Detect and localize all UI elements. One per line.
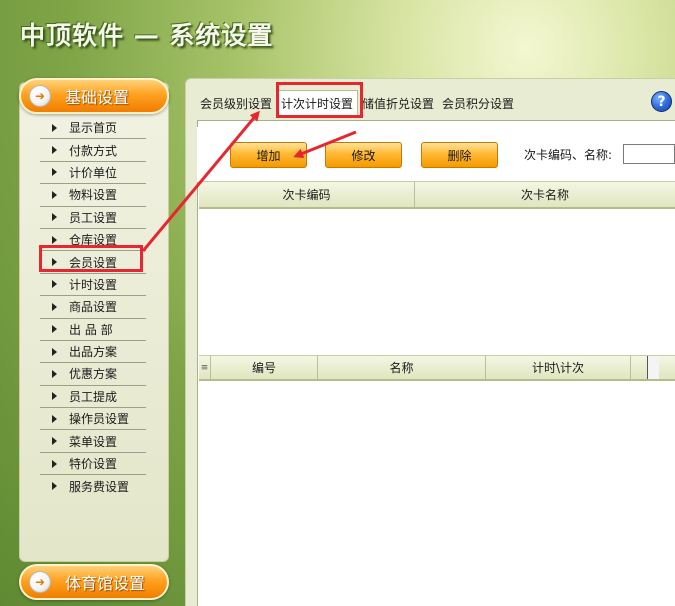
sidebar-item-label: 优惠方案 — [69, 367, 118, 382]
column-time-count[interactable]: 计时\计次 — [486, 356, 631, 379]
tab-member-levels[interactable]: 会员级别设置 — [196, 91, 276, 115]
column-number[interactable]: 编号 — [211, 356, 318, 379]
sidebar-item-service-fee[interactable]: 服务费设置 — [40, 475, 146, 497]
sidebar-item-special-price[interactable]: 特价设置 — [40, 453, 146, 476]
sidebar-item-label: 员工设置 — [69, 210, 118, 225]
tab-label: 会员积分设置 — [442, 96, 515, 111]
triangle-right-icon — [52, 347, 57, 356]
triangle-right-icon — [52, 213, 57, 222]
sidebar-item-pricing-units[interactable]: 计价单位 — [40, 162, 146, 185]
section-basic-settings-button[interactable]: ➜ 基础设置 — [19, 78, 169, 114]
triangle-right-icon — [52, 392, 57, 401]
sidebar-item-label: 操作员设置 — [69, 412, 130, 427]
triangle-right-icon — [52, 280, 57, 289]
tab-label: 会员级别设置 — [200, 96, 273, 111]
sidebar-item-label: 员工提成 — [69, 389, 118, 404]
sidebar-item-label: 特价设置 — [69, 457, 118, 472]
search-label: 次卡编码、名称: — [524, 148, 613, 162]
sidebar-item-display-home[interactable]: 显示首页 — [40, 117, 146, 140]
sidebar-item-discount-plan[interactable]: 优惠方案 — [40, 363, 146, 386]
triangle-right-icon — [52, 414, 57, 423]
column-extra[interactable] — [631, 356, 675, 379]
column-card-name[interactable]: 次卡名称 — [415, 182, 675, 207]
sidebar-item-output-dept[interactable]: 出 品 部 — [40, 319, 146, 341]
triangle-right-icon — [52, 146, 57, 155]
sidebar-item-label: 物料设置 — [69, 188, 118, 203]
sidebar-item-label: 出品方案 — [69, 345, 118, 360]
triangle-right-icon — [52, 437, 57, 446]
sidebar-item-label: 商品设置 — [69, 300, 118, 315]
sidebar-item-label: 出 品 部 — [69, 322, 113, 337]
expand-arrow-icon: ➜ — [29, 85, 51, 107]
triangle-right-icon — [52, 302, 57, 311]
sidebar-item-staff[interactable]: 员工设置 — [40, 207, 146, 229]
row-indicator-icon: ≡ — [199, 356, 211, 379]
sidebar-item-materials[interactable]: 物料设置 — [40, 184, 146, 207]
section-gym-settings-label: 体育馆设置 — [65, 574, 146, 593]
sidebar-item-output-plan[interactable]: 出品方案 — [40, 341, 146, 364]
column-name[interactable]: 名称 — [318, 356, 486, 379]
triangle-right-icon — [52, 123, 57, 132]
delete-button[interactable]: 删除 — [421, 142, 498, 168]
tab-highlight — [276, 82, 363, 118]
triangle-right-icon — [52, 190, 57, 199]
triangle-right-icon — [52, 168, 57, 177]
sidebar-item-label: 计时设置 — [69, 277, 118, 292]
tab-stored-value[interactable]: 储值折兑设置 — [358, 91, 438, 115]
member-settings-highlight — [39, 245, 143, 272]
sidebar-item-commission[interactable]: 员工提成 — [40, 386, 146, 409]
sidebar-item-products[interactable]: 商品设置 — [40, 296, 146, 319]
triangle-right-icon — [52, 235, 57, 244]
column-stub — [647, 356, 659, 379]
triangle-right-icon — [52, 325, 57, 334]
help-icon[interactable]: ? — [651, 91, 672, 112]
expand-arrow-icon: ➜ — [29, 571, 51, 593]
sidebar-item-label: 菜单设置 — [69, 434, 118, 449]
sidebar-item-label: 服务费设置 — [69, 479, 130, 494]
grid1-header: 次卡编码 次卡名称 — [199, 181, 675, 209]
sidebar-item-label: 显示首页 — [69, 121, 118, 136]
edit-button[interactable]: 修改 — [325, 142, 402, 168]
sidebar-item-timing[interactable]: 计时设置 — [40, 274, 146, 297]
sidebar-item-label: 付款方式 — [69, 143, 118, 158]
triangle-right-icon — [52, 482, 57, 491]
sidebar-item-payment-methods[interactable]: 付款方式 — [40, 139, 146, 162]
tab-member-points[interactable]: 会员积分设置 — [438, 91, 518, 115]
sidebar-item-label: 计价单位 — [69, 165, 118, 180]
search-input[interactable] — [623, 144, 675, 164]
column-card-code[interactable]: 次卡编码 — [199, 182, 415, 207]
sidebar-menu: 显示首页 付款方式 计价单位 物料设置 员工设置 仓库设置 会员设置 计时设置 … — [40, 117, 146, 498]
add-button[interactable]: 增加 — [230, 142, 307, 168]
triangle-right-icon — [52, 459, 57, 468]
section-basic-settings-label: 基础设置 — [65, 88, 130, 107]
sidebar-item-operators[interactable]: 操作员设置 — [40, 408, 146, 431]
section-gym-settings-button[interactable]: ➜ 体育馆设置 — [19, 564, 169, 600]
grid2-header: ≡ 编号 名称 计时\计次 — [199, 355, 675, 381]
sidebar-item-menu-settings[interactable]: 菜单设置 — [40, 430, 146, 453]
tab-label: 储值折兑设置 — [362, 96, 435, 111]
app-title: 中顶软件 — 系统设置 — [20, 21, 274, 50]
triangle-right-icon — [52, 369, 57, 378]
